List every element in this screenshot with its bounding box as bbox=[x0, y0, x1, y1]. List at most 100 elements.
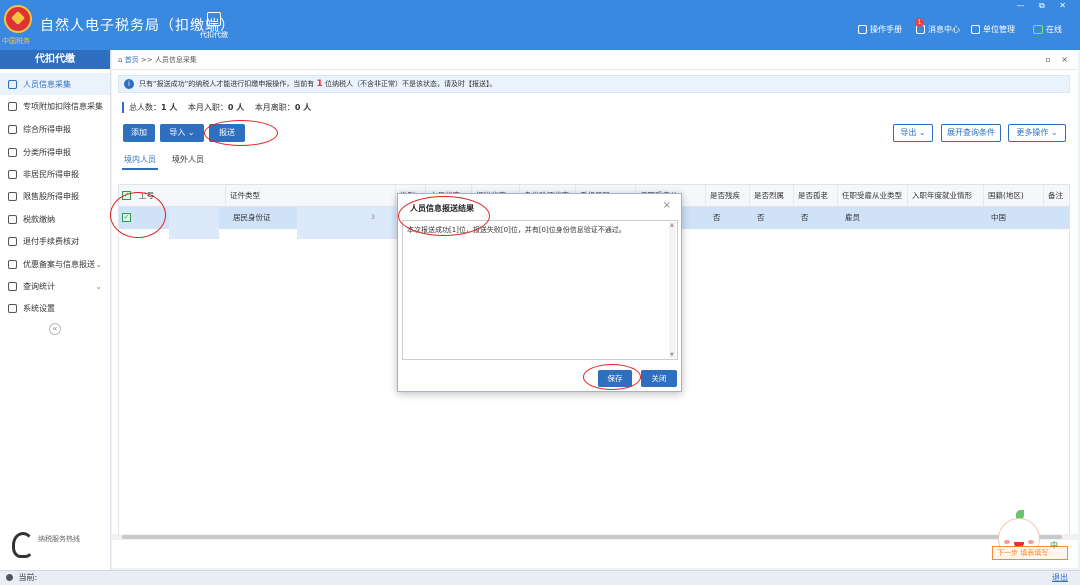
more-actions-button[interactable]: 更多操作 ⌄ bbox=[1008, 124, 1066, 142]
export-button[interactable]: 导出 ⌄ bbox=[893, 124, 933, 142]
service-hotline: 纳税服务热线 bbox=[12, 530, 102, 560]
message-badge: 1 bbox=[915, 18, 924, 27]
notice-count: 1 bbox=[316, 79, 323, 89]
sidebar-collapse-button[interactable]: « bbox=[49, 323, 61, 335]
chevron-down-icon: ⌄ bbox=[95, 259, 102, 269]
dialog-scrollbar[interactable] bbox=[669, 222, 676, 358]
sidebar-item-restricted-shares[interactable]: 限售股所得申报 bbox=[0, 185, 110, 207]
scrollbar-thumb[interactable] bbox=[122, 535, 1062, 539]
sidebar-item-label: 限售股所得申报 bbox=[23, 191, 79, 201]
notice-text-after: 位纳税人（不含非正常）不是该状态，请及时【报送】。 bbox=[325, 80, 497, 88]
col-disabled: 是否残疾 bbox=[705, 185, 749, 207]
wallet-icon bbox=[207, 12, 221, 26]
sidebar-item-label: 税款缴纳 bbox=[23, 214, 55, 224]
top-nav-label: 代扣代缴 bbox=[200, 31, 228, 39]
col-entry-year-situation: 入职年度就业情形 bbox=[907, 185, 983, 207]
horizontal-scrollbar[interactable] bbox=[112, 534, 1078, 540]
row-checkbox[interactable]: ✓ bbox=[122, 213, 131, 222]
sidebar-item-refund-fee[interactable]: 退付手续费核对 bbox=[0, 230, 110, 252]
left-value: 0 人 bbox=[294, 103, 312, 112]
import-button[interactable]: 导入 ⌄ bbox=[160, 124, 204, 142]
total-value: 1 人 bbox=[161, 103, 178, 112]
doc-icon bbox=[8, 147, 17, 157]
window-controls[interactable]: — ⧉ ✕ bbox=[1016, 1, 1072, 11]
redacted-employee-no bbox=[169, 207, 219, 239]
title-bar: 中国税务 自然人电子税务局（扣缴端） 代扣代缴 — ⧉ ✕ 操作手册 消息中心 … bbox=[0, 0, 1080, 50]
current-user-label: 当前: bbox=[18, 573, 38, 582]
col-nationality: 国籍(地区) bbox=[983, 185, 1043, 207]
submit-button[interactable]: 报送 bbox=[209, 124, 245, 142]
online-label: 在线 bbox=[1046, 25, 1062, 34]
tab-overseas[interactable]: 境外人员 bbox=[170, 154, 206, 170]
personnel-tabs: 境内人员 境外人员 bbox=[122, 154, 218, 170]
info-icon: i bbox=[124, 79, 134, 89]
col-employment-type: 任职受雇从业类型 bbox=[837, 185, 907, 207]
sidebar-item-label: 专项附加扣除信息采集 bbox=[23, 101, 103, 111]
sidebar-item-classified-income[interactable]: 分类所得申报 bbox=[0, 141, 110, 163]
cell-disabled: 否 bbox=[713, 213, 721, 222]
sidebar-item-person-info[interactable]: 人员信息采集 bbox=[0, 73, 110, 95]
breadcrumb: ⌂ 首页 >> 人员信息采集 ▫ × bbox=[112, 50, 1078, 70]
col-id-type: 证件类型 bbox=[225, 185, 395, 207]
dialog-title: 人员信息报送结果 bbox=[410, 204, 474, 213]
online-icon bbox=[1033, 25, 1043, 34]
manual-label: 操作手册 bbox=[870, 25, 902, 34]
online-status[interactable]: 在线 bbox=[1033, 24, 1062, 35]
status-bar: 当前: 退出 bbox=[0, 570, 1080, 585]
cell-id-type: 居民身份证 bbox=[233, 213, 271, 222]
sidebar-item-preferential-filing[interactable]: 优惠备案与信息报送 ⌄ bbox=[0, 253, 110, 275]
manual-link[interactable]: 操作手册 bbox=[858, 24, 902, 35]
col-employee-no: 工号 bbox=[139, 191, 154, 200]
breadcrumb-current[interactable]: 人员信息采集 bbox=[155, 56, 197, 64]
select-all-checkbox[interactable]: ✓ bbox=[122, 191, 131, 200]
mascot-blush-left bbox=[1004, 540, 1010, 544]
cell-nationality: 中国 bbox=[991, 213, 1006, 222]
hired-label: 本月入职： bbox=[187, 103, 228, 112]
sidebar-item-tax-payment[interactable]: 税款缴纳 bbox=[0, 208, 110, 230]
sidebar-item-label: 退付手续费核对 bbox=[23, 236, 79, 246]
sidebar-item-label: 查询统计 bbox=[23, 281, 55, 291]
cell-elderly: 否 bbox=[801, 213, 809, 222]
add-button[interactable]: 添加 bbox=[123, 124, 155, 142]
hotline-label: 纳税服务热线 bbox=[38, 535, 80, 543]
sidebar-item-label: 人员信息采集 bbox=[23, 79, 71, 89]
breadcrumb-separator: >> bbox=[140, 56, 153, 64]
tab-controls[interactable]: ▫ × bbox=[1045, 50, 1072, 70]
tab-domestic[interactable]: 境内人员 bbox=[122, 154, 158, 170]
sidebar-item-system-settings[interactable]: 系统设置 bbox=[0, 297, 110, 319]
ledger-icon bbox=[8, 236, 17, 246]
sidebar: 代扣代缴 人员信息采集 专项附加扣除信息采集 综合所得申报 分类所得申报 非居民… bbox=[0, 50, 111, 570]
submit-result-dialog: 人员信息报送结果 × 本次报送成功[1]位，报送失败[0]位，并有[0]位身份信… bbox=[397, 193, 682, 392]
sidebar-item-label: 优惠备案与信息报送 bbox=[23, 259, 95, 269]
sidebar-item-comprehensive-income[interactable]: 综合所得申报 bbox=[0, 118, 110, 140]
breadcrumb-home[interactable]: 首页 bbox=[125, 56, 139, 64]
user-icon bbox=[6, 574, 13, 581]
chart-icon bbox=[8, 191, 17, 201]
home-icon: ⌂ bbox=[118, 56, 125, 64]
sidebar-item-special-deduction[interactable]: 专项附加扣除信息采集 bbox=[0, 95, 110, 117]
chevron-down-icon: ⌄ bbox=[95, 281, 102, 291]
logout-link[interactable]: 退出 bbox=[1052, 571, 1068, 585]
message-center-label: 消息中心 bbox=[928, 25, 960, 34]
personnel-stats: 总人数：1 人 本月入职：0 人 本月离职：0 人 bbox=[122, 102, 319, 113]
cell-partial: 3 bbox=[371, 214, 375, 221]
tax-emblem-logo bbox=[4, 5, 32, 33]
cell-martyr: 否 bbox=[757, 213, 765, 222]
close-icon[interactable]: × bbox=[663, 200, 671, 211]
dialog-message: 本次报送成功[1]位，报送失败[0]位，并有[0]位身份信息验证不通过。 bbox=[407, 226, 626, 234]
sidebar-item-label: 系统设置 bbox=[23, 303, 55, 313]
dialog-message-box: 本次报送成功[1]位，报送失败[0]位，并有[0]位身份信息验证不通过。 bbox=[402, 220, 678, 360]
mascot-blush-right bbox=[1028, 540, 1034, 544]
sidebar-item-label: 非居民所得申报 bbox=[23, 169, 79, 179]
folder-icon bbox=[8, 214, 17, 224]
sidebar-item-query-stats[interactable]: 查询统计 ⌄ bbox=[0, 275, 110, 297]
hired-value: 0 人 bbox=[227, 103, 245, 112]
sidebar-item-nonresident-income[interactable]: 非居民所得申报 bbox=[0, 163, 110, 185]
save-button[interactable]: 保存 bbox=[598, 370, 632, 387]
expand-query-button[interactable]: 展开查询条件 bbox=[941, 124, 1001, 142]
close-button[interactable]: 关闭 bbox=[641, 370, 677, 387]
unit-management-link[interactable]: 单位管理 bbox=[971, 24, 1015, 35]
notice-text-before: 只有“报送成功”的纳税人才能进行扣缴申报操作，当前有 bbox=[139, 80, 315, 88]
search-icon bbox=[8, 281, 17, 291]
top-nav-withholding[interactable]: 代扣代缴 bbox=[196, 12, 232, 40]
